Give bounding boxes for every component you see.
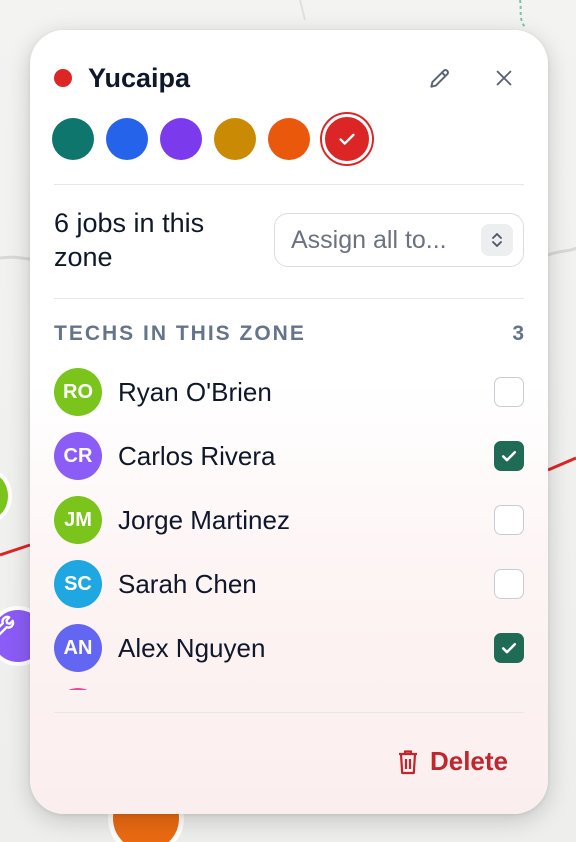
- tech-row[interactable]: RO Ryan O'Brien: [54, 360, 524, 424]
- tech-avatar: CR: [54, 432, 102, 480]
- tech-row[interactable]: SC Sarah Chen: [54, 552, 524, 616]
- tech-name: Sarah Chen: [118, 568, 257, 599]
- tech-name: Ryan O'Brien: [118, 376, 272, 407]
- tech-row[interactable]: AN Alex Nguyen: [54, 616, 524, 680]
- tech-avatar-partial: [54, 688, 102, 690]
- divider: [54, 712, 524, 713]
- tech-name: Alex Nguyen: [118, 632, 266, 663]
- techs-section-header: TECHS IN THIS ZONE 3: [54, 322, 524, 346]
- delete-label: Delete: [429, 746, 508, 776]
- check-icon: [339, 133, 355, 145]
- select-updown-icon: [481, 224, 513, 256]
- popover-header: Yucaipa: [54, 58, 524, 98]
- tech-row[interactable]: JM Jorge Martinez: [54, 488, 524, 552]
- tech-checkbox[interactable]: [494, 441, 524, 471]
- color-swatch-blue[interactable]: [106, 118, 148, 160]
- trash-icon: [398, 749, 417, 774]
- jobs-count-text: 6 jobs in this zone: [54, 208, 205, 272]
- tech-checkbox[interactable]: [494, 633, 524, 663]
- tech-checkbox[interactable]: [494, 505, 524, 535]
- tech-checkbox[interactable]: [494, 377, 524, 407]
- zone-color-dot: [54, 69, 72, 87]
- tech-avatar: RO: [54, 368, 102, 416]
- color-swatch-red[interactable]: [322, 114, 372, 164]
- tech-name: Carlos Rivera: [118, 440, 276, 471]
- close-button[interactable]: [484, 58, 524, 98]
- check-icon: [501, 451, 517, 462]
- tech-avatar: JM: [54, 496, 102, 544]
- techs-count: 3: [512, 322, 524, 345]
- tech-row[interactable]: CR Carlos Rivera: [54, 424, 524, 488]
- color-swatch-teal[interactable]: [52, 118, 94, 160]
- delete-zone-button[interactable]: Delete: [396, 746, 508, 777]
- tech-name: Jorge Martinez: [118, 504, 290, 535]
- color-swatch-orange[interactable]: [268, 118, 310, 160]
- color-swatch-purple[interactable]: [160, 118, 202, 160]
- assign-select-placeholder: Assign all to...: [291, 225, 447, 254]
- assign-all-select[interactable]: Assign all to...: [274, 213, 524, 267]
- wrench-icon: [0, 615, 15, 636]
- color-swatches: [52, 114, 372, 164]
- zone-title: Yucaipa: [88, 62, 191, 93]
- check-icon: [501, 643, 517, 654]
- tech-checkbox[interactable]: [494, 569, 524, 599]
- pencil-icon: [430, 69, 449, 88]
- tech-avatar: SC: [54, 560, 102, 608]
- divider: [54, 184, 524, 185]
- zone-popover: Yucaipa 6 jobs in this zone Assign all t…: [30, 30, 548, 814]
- color-swatch-amber[interactable]: [214, 118, 256, 160]
- edit-zone-button[interactable]: [420, 58, 460, 98]
- tech-list[interactable]: RO Ryan O'Brien CR Carlos Rivera JM Jorge Mar…: [54, 360, 524, 690]
- techs-section-title: TECHS IN THIS ZONE: [54, 322, 306, 345]
- tech-avatar: AN: [54, 624, 102, 672]
- divider: [54, 298, 524, 299]
- close-icon: [496, 70, 512, 86]
